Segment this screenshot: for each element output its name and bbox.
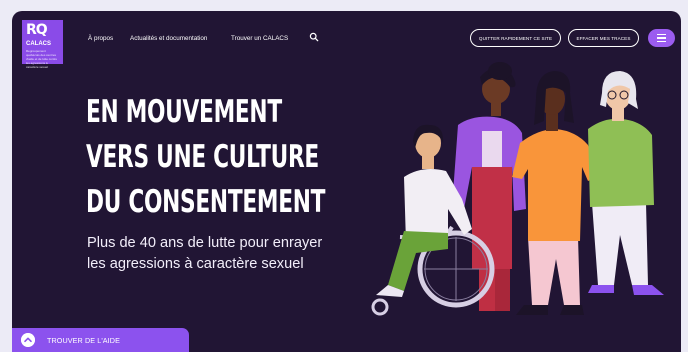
logo-mark: RQ bbox=[26, 22, 48, 38]
hero-subtitle-line: les agressions à caractère sexuel bbox=[87, 256, 304, 272]
hero-subtitle-line: Plus de 40 ans de lutte pour enrayer bbox=[87, 235, 323, 251]
erase-traces-button[interactable]: EFFACER MES TRACES bbox=[568, 29, 639, 47]
logo-tagline: Regroupement québécois des centres d'aid… bbox=[26, 49, 58, 69]
hero-subtitle: Plus de 40 ans de lutte pour enrayer les… bbox=[87, 233, 322, 275]
find-help-label: TROUVER DE L'AIDE bbox=[47, 336, 120, 345]
nav-item-about[interactable]: À propos bbox=[88, 35, 113, 42]
site-logo[interactable]: RQ CALACS Regroupement québécois des cen… bbox=[22, 20, 63, 69]
hero-headline-line: DU CONSENTEMENT bbox=[86, 184, 326, 220]
search-icon[interactable] bbox=[309, 32, 319, 42]
find-help-button[interactable]: TROUVER DE L'AIDE bbox=[12, 328, 189, 352]
hero-headline-line: VERS UNE CULTURE bbox=[86, 139, 319, 175]
figure-pants bbox=[592, 203, 648, 285]
figure-pants bbox=[528, 237, 580, 305]
figure-top bbox=[512, 129, 598, 241]
figure-shirt bbox=[588, 118, 654, 207]
hero-illustration bbox=[371, 62, 664, 316]
hero-headline: EN MOUVEMENT VERS UNE CULTURE DU CONSENT… bbox=[86, 90, 325, 225]
chevron-up-icon bbox=[21, 333, 35, 347]
quit-site-button[interactable]: QUITTER RAPIDEMENT CE SITE bbox=[470, 29, 561, 47]
hamburger-menu-icon[interactable] bbox=[648, 29, 675, 47]
page: RQ CALACS Regroupement québécois des cen… bbox=[12, 11, 681, 352]
nav-item-news[interactable]: Actualités et documentation bbox=[130, 35, 207, 42]
logo-wordmark: CALACS bbox=[26, 41, 51, 47]
nav-item-find-calacs[interactable]: Trouver un CALACS bbox=[231, 35, 288, 42]
hero-headline-line: EN MOUVEMENT bbox=[86, 94, 282, 130]
